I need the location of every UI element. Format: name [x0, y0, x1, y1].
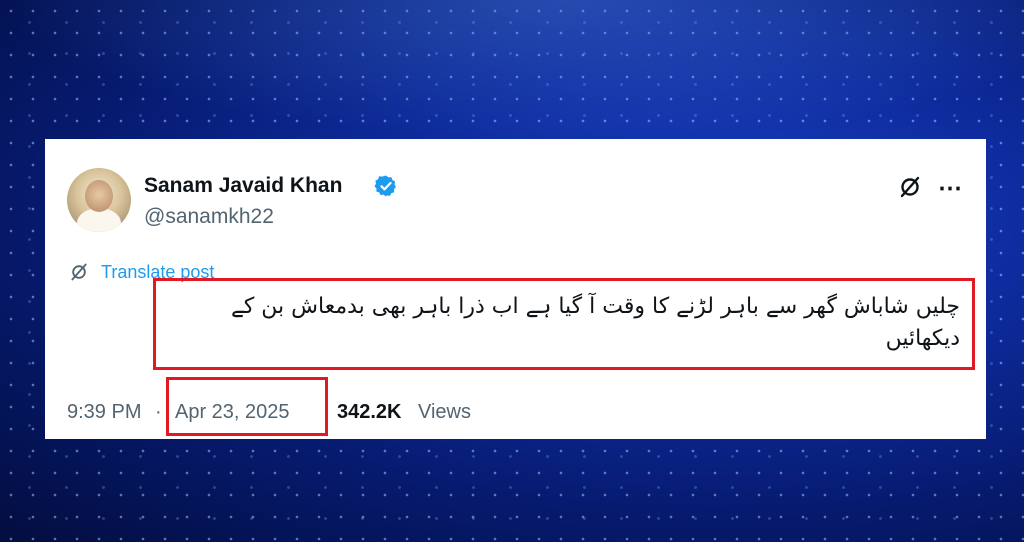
views-label: Views — [418, 401, 471, 423]
verified-badge-icon — [374, 175, 396, 197]
tweet-text: چلیں شاباش گھر سے باہر لڑنے کا وقت آ گیا… — [230, 294, 960, 351]
tweet-date[interactable]: Apr 23, 2025 — [175, 401, 290, 424]
highlight-box-text: چلیں شاباش گھر سے باہر لڑنے کا وقت آ گیا… — [153, 278, 975, 370]
translate-icon — [71, 263, 87, 281]
tweet-card: Sanam Javaid Khan @sanamkh22 ⋯ Translate… — [45, 139, 986, 439]
author-name[interactable]: Sanam Javaid Khan — [144, 174, 342, 198]
avatar[interactable] — [67, 168, 131, 232]
more-options-icon[interactable]: ⋯ — [938, 174, 963, 203]
meta-separator: · — [155, 401, 162, 423]
tweet-time[interactable]: 9:39 PM — [67, 401, 141, 424]
author-handle[interactable]: @sanamkh22 — [144, 205, 274, 229]
grok-icon[interactable] — [898, 175, 922, 199]
background-glow — [0, 0, 1024, 140]
views-count: 342.2K — [337, 401, 402, 423]
